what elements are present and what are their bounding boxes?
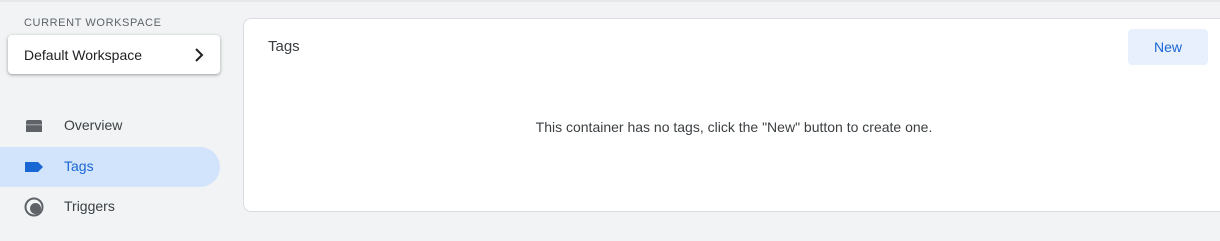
workspace-name: Default Workspace — [24, 46, 143, 63]
trigger-icon — [24, 197, 44, 217]
empty-state-message: This container has no tags, click the "N… — [535, 119, 933, 135]
tag-icon — [24, 157, 44, 177]
new-tag-button[interactable]: New — [1128, 29, 1208, 65]
chevron-right-icon — [192, 47, 206, 62]
sidebar-item-label: Overview — [64, 117, 123, 133]
sidebar-item-label: Triggers — [64, 198, 115, 214]
workspace-label: CURRENT WORKSPACE — [24, 17, 162, 29]
sidebar-item-triggers[interactable]: Triggers — [0, 187, 220, 227]
sidebar-item-tags[interactable]: Tags — [0, 147, 220, 187]
folder-icon — [24, 116, 44, 136]
workspace-selector[interactable]: Default Workspace — [8, 35, 220, 74]
sidebar-item-label: Tags — [64, 158, 94, 174]
sidebar: CURRENT WORKSPACE Default Workspace Over… — [0, 0, 232, 241]
sidebar-item-overview[interactable]: Overview — [0, 106, 220, 146]
tags-panel: Tags New This container has no tags, cli… — [243, 18, 1220, 212]
page-title: Tags — [268, 38, 300, 55]
